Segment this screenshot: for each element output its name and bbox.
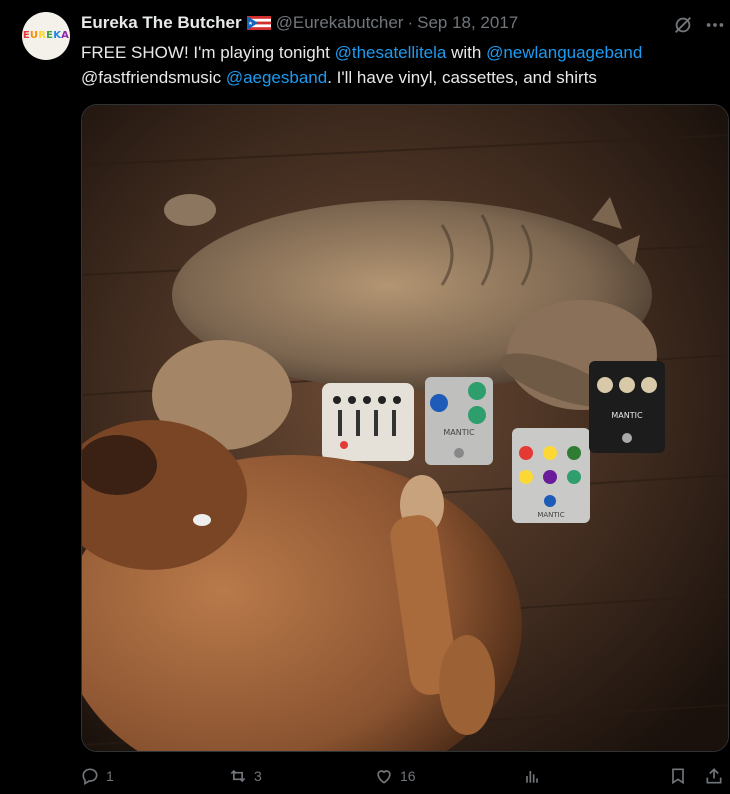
avatar[interactable]: EUREKA: [22, 12, 70, 60]
grok-icon[interactable]: [672, 14, 694, 36]
views-button[interactable]: [522, 766, 542, 786]
like-icon: [377, 770, 391, 784]
reply-button[interactable]: 1: [80, 766, 114, 786]
pedal-label: MANTIC: [443, 428, 475, 437]
mention-link[interactable]: @aegesband: [226, 68, 327, 87]
pedal-1: [322, 383, 414, 461]
pedal-4: MANTIC: [589, 361, 665, 453]
reply-icon: [82, 768, 98, 785]
author-name[interactable]: Eureka The Butcher: [81, 13, 242, 33]
reply-count: 1: [106, 768, 114, 784]
views-icon: [526, 771, 538, 783]
like-count: 16: [400, 768, 416, 784]
like-button[interactable]: 16: [374, 766, 416, 786]
bookmark-button[interactable]: [668, 766, 688, 786]
tweet-photo[interactable]: MANTIC MANTIC MANTIC: [81, 104, 729, 752]
pedal-label: MANTIC: [537, 511, 564, 519]
bookmark-icon: [672, 768, 684, 785]
share-button[interactable]: [704, 766, 724, 786]
mention-link[interactable]: @newlanguageband: [486, 43, 642, 62]
avatar-logo: EUREKA: [22, 30, 70, 41]
tweet-date[interactable]: Sep 18, 2017: [417, 13, 518, 33]
tweet-text-part: @fastfriendsmusic: [81, 68, 226, 87]
tweet-actions: 1 3 16: [0, 766, 730, 794]
more-icon[interactable]: [704, 14, 726, 36]
tweet-text-part: FREE SHOW! I'm playing tonight: [81, 43, 335, 62]
photo-illustration: MANTIC MANTIC MANTIC: [82, 105, 728, 751]
flag-icon: [246, 16, 271, 30]
tweet[interactable]: EUREKA Eureka The Butcher @Eurekabutcher…: [0, 0, 730, 794]
tweet-text-part: with: [446, 43, 487, 62]
repost-button[interactable]: 3: [228, 766, 262, 786]
header-separator: ·: [407, 13, 414, 32]
author-handle[interactable]: @Eurekabutcher: [276, 13, 404, 33]
repost-count: 3: [254, 768, 262, 784]
share-icon: [706, 768, 722, 784]
tweet-text-part: . I'll have vinyl, cassettes, and shirts: [327, 68, 597, 87]
mention-link[interactable]: @thesatellitela: [335, 43, 447, 62]
repost-icon: [230, 769, 246, 783]
pedal-2: MANTIC: [425, 377, 493, 465]
pedal-label: MANTIC: [611, 411, 643, 420]
tweet-text: FREE SHOW! I'm playing tonight @thesatel…: [81, 40, 721, 90]
tweet-header: Eureka The Butcher @Eurekabutcher · Sep …: [81, 12, 518, 34]
pedal-3: MANTIC: [512, 428, 590, 523]
